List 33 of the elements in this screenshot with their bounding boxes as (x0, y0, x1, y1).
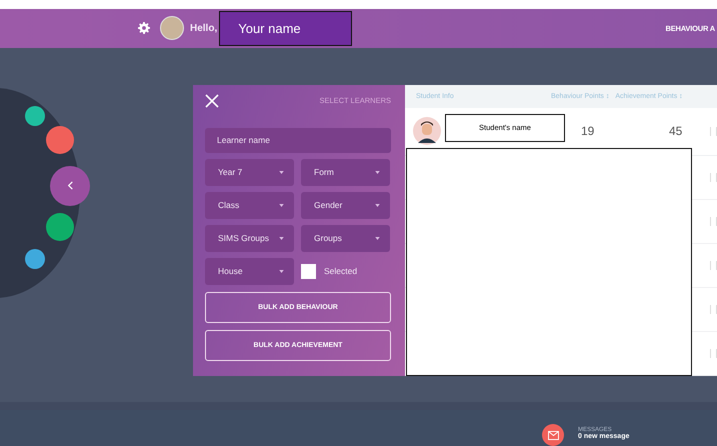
drag-handle-icon[interactable] (710, 126, 717, 136)
achievement-points: 45 (669, 124, 682, 138)
caret-icon (279, 170, 284, 174)
caret-icon (279, 204, 284, 207)
student-avatar-icon (413, 117, 441, 146)
user-name-box: Your name (219, 10, 352, 46)
close-icon[interactable] (205, 94, 219, 108)
learner-name-field[interactable]: Learner name (205, 128, 391, 153)
chevron-left-icon (66, 181, 74, 190)
drag-handle-icon[interactable] (710, 304, 717, 314)
dropdown[interactable]: House (205, 258, 294, 285)
dropdown[interactable]: Class (205, 192, 294, 219)
dropdown[interactable]: Form (301, 158, 390, 186)
behaviour-points: 19 (581, 124, 594, 138)
dropdown[interactable]: SIMS Groups (205, 224, 294, 252)
drag-handle-icon[interactable] (710, 216, 717, 226)
settings-icon[interactable] (138, 22, 150, 34)
caret-icon (279, 270, 284, 273)
mail-icon[interactable] (542, 424, 564, 446)
greeting-text: Hello, (190, 22, 218, 34)
drag-handle-icon[interactable] (710, 348, 717, 358)
drag-handle-icon[interactable] (710, 172, 717, 182)
caret-icon (375, 236, 380, 240)
checkbox[interactable] (301, 264, 316, 279)
caret-icon (375, 204, 380, 207)
drag-handle-icon[interactable] (710, 260, 717, 270)
dropdown[interactable]: Groups (301, 224, 390, 252)
dropdown[interactable]: Year 7 (205, 158, 294, 186)
caret-icon (279, 236, 284, 240)
dropdown[interactable]: Gender (301, 192, 390, 219)
avatar[interactable] (160, 16, 184, 40)
checkbox-label: Selected (324, 266, 358, 276)
caret-icon (375, 170, 380, 174)
